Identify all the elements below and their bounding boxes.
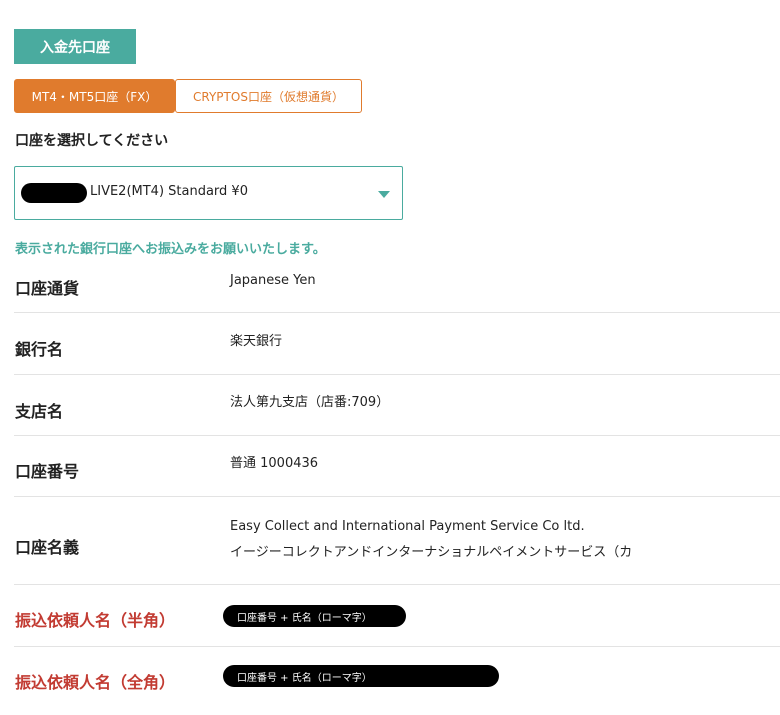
info-row-remitter-halfwidth: 振込依頼人名（半角） 口座番号 + 氏名（ローマ字）	[14, 585, 780, 647]
tab-cryptos[interactable]: CRYPTOS口座（仮想通貨）	[175, 79, 362, 113]
info-label: 口座通貨	[15, 279, 80, 298]
account-select-value: LIVE2(MT4) Standard ¥0	[90, 184, 248, 199]
info-label: 口座番号	[15, 462, 80, 481]
info-row-branch: 支店名 法人第九支店（店番:709）	[14, 375, 780, 436]
info-value: 普通 1000436	[230, 456, 319, 471]
info-row-currency: 口座通貨 Japanese Yen	[14, 258, 780, 313]
chevron-down-icon[interactable]	[378, 191, 390, 198]
info-row-remitter-fullwidth: 振込依頼人名（全角） 口座番号 + 氏名（ローマ字）	[14, 647, 780, 709]
info-label: 口座名義	[15, 538, 80, 557]
tab-mt4-mt5[interactable]: MT4・MT5口座（FX）	[14, 79, 175, 113]
info-row-account-holder: 口座名義 Easy Collect and International Paym…	[14, 497, 780, 585]
redacted-account-number	[21, 183, 87, 203]
info-row-account-number: 口座番号 普通 1000436	[14, 436, 780, 497]
deposit-page: 入金先口座 MT4・MT5口座（FX） CRYPTOS口座（仮想通貨） 口座を選…	[0, 0, 780, 715]
info-value: Japanese Yen	[230, 273, 316, 288]
info-value: 法人第九支店（店番:709）	[230, 395, 390, 410]
remitter-value-badge: 口座番号 + 氏名（ローマ字）	[223, 605, 406, 627]
info-value-line-2: イージーコレクトアンドインターナショナルペイメントサービス（カ	[230, 545, 633, 560]
remitter-value-badge: 口座番号 + 氏名（ローマ字）	[223, 665, 499, 687]
info-value: 楽天銀行	[230, 334, 283, 349]
info-label: 銀行名	[15, 340, 64, 359]
remitter-label: 振込依頼人名（全角）	[15, 673, 176, 692]
section-title: 入金先口座	[14, 29, 136, 64]
account-select[interactable]: LIVE2(MT4) Standard ¥0	[14, 166, 403, 220]
remitter-label: 振込依頼人名（半角）	[15, 611, 176, 630]
transfer-notice: 表示された銀行口座へお振込みをお願いいたします。	[15, 242, 326, 257]
info-value-line-1: Easy Collect and International Payment S…	[230, 519, 585, 534]
account-select-label: 口座を選択してください	[15, 133, 169, 149]
info-row-bank-name: 銀行名 楽天銀行	[14, 313, 780, 375]
info-label: 支店名	[15, 402, 64, 421]
